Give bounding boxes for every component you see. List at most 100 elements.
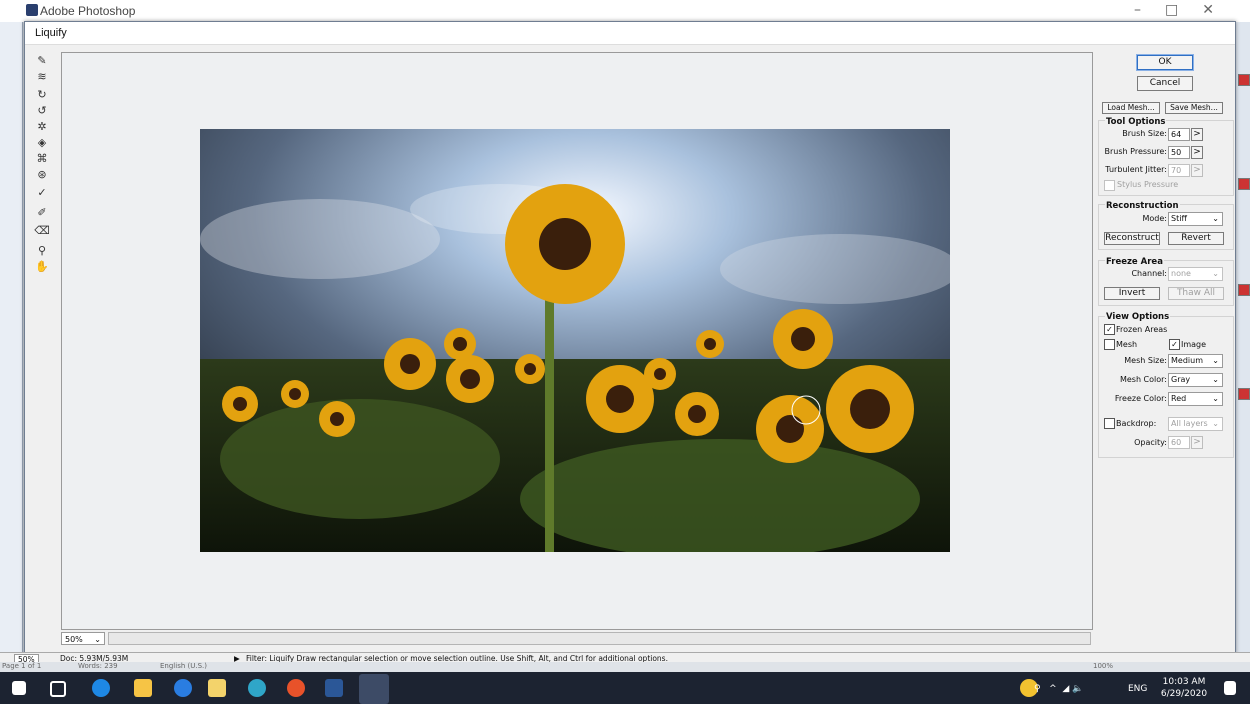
opacity-label: Opacity: xyxy=(1134,438,1167,447)
edge-icon[interactable] xyxy=(92,679,110,697)
palette-close-icon[interactable] xyxy=(1238,388,1250,400)
freeze-color-select[interactable]: Red ⌄ xyxy=(1168,392,1223,406)
app-title: Adobe Photoshop xyxy=(40,4,136,18)
windows-start-icon[interactable] xyxy=(12,681,26,695)
task-view-icon[interactable] xyxy=(50,681,66,697)
turbulence-tool-icon[interactable]: ≋ xyxy=(34,70,50,83)
app-toolbar-strip xyxy=(0,22,23,652)
warp-tool-icon[interactable]: ✎ xyxy=(34,54,50,67)
language: English (U.S.) xyxy=(160,662,207,670)
mode-select[interactable]: Stiff ⌄ xyxy=(1168,212,1223,226)
palette-close-icon[interactable] xyxy=(1238,178,1250,190)
word-zoom: 100% xyxy=(1093,662,1114,670)
turbulent-jitter-field: 70 xyxy=(1168,164,1190,177)
mesh-size-label: Mesh Size: xyxy=(1124,356,1167,365)
clock-time[interactable]: 10:03 AM xyxy=(1160,677,1208,687)
mesh-size-value: Medium xyxy=(1171,356,1203,365)
frozen-areas-checkbox[interactable]: ✓ xyxy=(1104,324,1115,335)
dialog-titlebar xyxy=(25,22,1235,45)
zoom-bar xyxy=(108,632,1091,645)
liquify-toolbox: ✎ ≋ ↻ ↺ ✲ ◈ ⌘ ⊛ ✓ ✐ ⌫ ⚲ ✋ xyxy=(31,52,55,282)
backdrop-label: Backdrop: xyxy=(1116,419,1157,428)
reflection-tool-icon[interactable]: ⊛ xyxy=(34,168,50,181)
word-status-bar: Page 1 of 1 Words: 239 English (U.S.) 10… xyxy=(0,662,1250,672)
chevron-down-icon: ⌄ xyxy=(1212,356,1219,365)
mesh-checkbox[interactable] xyxy=(1104,339,1115,350)
load-mesh-button[interactable]: Load Mesh... xyxy=(1102,102,1160,114)
word-icon[interactable] xyxy=(325,679,343,697)
file-explorer-icon[interactable] xyxy=(134,679,152,697)
taskbar: ⚲ ^ ◢ 🔈 ENG 10:03 AM 6/29/2020 xyxy=(0,672,1250,704)
mode-label: Mode: xyxy=(1142,214,1168,223)
view-options-title: View Options xyxy=(1105,312,1171,322)
chevron-down-icon: ⌄ xyxy=(94,635,101,644)
reconstruct-button[interactable]: Reconstruct xyxy=(1104,232,1160,245)
frozen-areas-label: Frozen Areas xyxy=(1116,325,1168,334)
palette-close-icon[interactable] xyxy=(1238,284,1250,296)
channel-select: none ⌄ xyxy=(1168,267,1223,281)
brush-pressure-label: Brush Pressure: xyxy=(1104,147,1167,156)
notifications-icon[interactable] xyxy=(1224,681,1236,695)
media-icon[interactable] xyxy=(248,679,266,697)
chrome-icon[interactable] xyxy=(287,679,305,697)
shift-pixels-icon[interactable]: ⌘ xyxy=(34,152,50,165)
channel-label: Channel: xyxy=(1131,269,1167,278)
twirl-clockwise-icon[interactable]: ↻ xyxy=(34,88,50,101)
window-controls[interactable]: –□✕ xyxy=(1134,2,1238,18)
tray-icons[interactable]: ⚲ ^ ◢ 🔈 xyxy=(1034,684,1083,694)
channel-value: none xyxy=(1171,269,1191,278)
store-icon[interactable] xyxy=(208,679,226,697)
backdrop-value: All layers xyxy=(1171,419,1208,428)
revert-button[interactable]: Revert xyxy=(1168,232,1224,245)
ok-button[interactable]: OK xyxy=(1136,54,1194,71)
chevron-down-icon: ⌄ xyxy=(1212,214,1219,223)
chevron-down-icon: ⌄ xyxy=(1212,419,1219,428)
sunflower-photo xyxy=(200,129,950,552)
freeze-mask-icon[interactable]: ✐ xyxy=(34,206,50,219)
ie-icon[interactable] xyxy=(174,679,192,697)
twirl-counterclockwise-icon[interactable]: ↺ xyxy=(34,104,50,117)
brush-size-label: Brush Size: xyxy=(1122,129,1167,138)
mesh-color-value: Gray xyxy=(1171,375,1191,384)
image-label: Image xyxy=(1181,340,1207,349)
zoom-value: 50% xyxy=(65,635,83,644)
app-palette-strip xyxy=(1236,22,1250,652)
mode-value: Stiff xyxy=(1171,214,1187,223)
brush-pressure-slider-button[interactable]: > xyxy=(1191,146,1203,159)
thaw-mask-icon[interactable]: ⌫ xyxy=(34,224,50,237)
freeze-area-title: Freeze Area xyxy=(1105,257,1164,267)
zoom-select[interactable]: 50% ⌄ xyxy=(61,632,105,645)
hand-tool-icon[interactable]: ✋ xyxy=(34,260,50,273)
photoshop-taskbar-icon[interactable] xyxy=(359,674,389,704)
stylus-pressure-checkbox xyxy=(1104,180,1115,191)
reconstruct-tool-icon[interactable]: ✓ xyxy=(34,186,50,199)
image-checkbox[interactable]: ✓ xyxy=(1169,339,1180,350)
turbulent-jitter-label: Turbulent Jitter: xyxy=(1105,165,1167,174)
turbulent-jitter-slider-button: > xyxy=(1191,164,1203,177)
pucker-tool-icon[interactable]: ✲ xyxy=(34,120,50,133)
mesh-color-label: Mesh Color: xyxy=(1119,375,1167,384)
chevron-down-icon: ⌄ xyxy=(1212,394,1219,403)
preview-image[interactable] xyxy=(200,129,950,552)
clock-date[interactable]: 6/29/2020 xyxy=(1160,689,1208,699)
tool-options-title: Tool Options xyxy=(1105,117,1167,127)
cancel-button[interactable]: Cancel xyxy=(1137,76,1193,91)
invert-button[interactable]: Invert xyxy=(1104,287,1160,300)
brush-size-slider-button[interactable]: > xyxy=(1191,128,1203,141)
word-count: Words: 239 xyxy=(78,662,118,670)
view-options-group xyxy=(1098,316,1234,458)
page-count: Page 1 of 1 xyxy=(2,662,42,670)
backdrop-checkbox[interactable] xyxy=(1104,418,1115,429)
backdrop-select: All layers ⌄ xyxy=(1168,417,1223,431)
mesh-color-select[interactable]: Gray ⌄ xyxy=(1168,373,1223,387)
opacity-slider-button: > xyxy=(1191,436,1203,449)
mesh-size-select[interactable]: Medium ⌄ xyxy=(1168,354,1223,368)
brush-pressure-field[interactable]: 50 xyxy=(1168,146,1190,159)
palette-close-icon[interactable] xyxy=(1238,74,1250,86)
input-language[interactable]: ENG xyxy=(1128,684,1147,694)
save-mesh-button[interactable]: Save Mesh... xyxy=(1165,102,1223,114)
bloat-tool-icon[interactable]: ◈ xyxy=(34,136,50,149)
mesh-label: Mesh xyxy=(1116,340,1138,349)
brush-size-field[interactable]: 64 xyxy=(1168,128,1190,141)
zoom-tool-icon[interactable]: ⚲ xyxy=(34,244,50,257)
